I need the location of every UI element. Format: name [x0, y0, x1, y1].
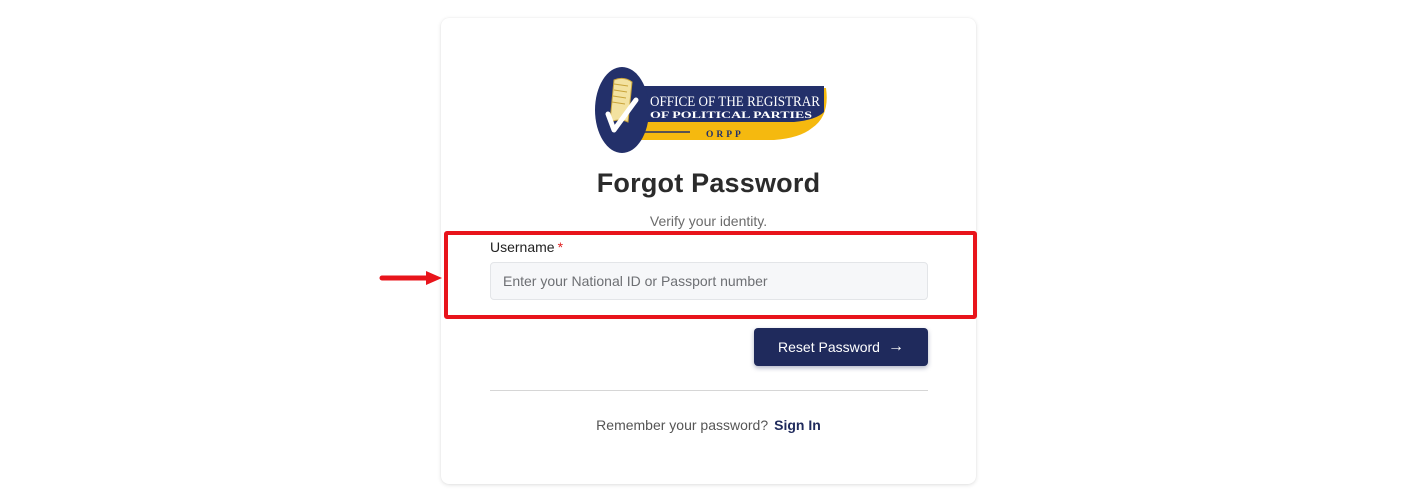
signin-prompt-text: Remember your password? — [596, 417, 769, 433]
sign-in-link[interactable]: Sign In — [774, 417, 821, 433]
orpp-logo: OFFICE OF THE REGISTRAR OF POLITICAL PAR… — [595, 67, 827, 153]
logo-line2: OF POLITICAL PARTIES — [650, 110, 812, 120]
page-subtitle: Verify your identity. — [649, 213, 768, 229]
reset-password-label: Reset Password — [778, 339, 880, 355]
username-input[interactable] — [490, 262, 928, 300]
logo-abbr: ORPP — [706, 130, 744, 140]
divider — [490, 390, 928, 391]
username-label: Username * — [490, 239, 563, 255]
arrow-right-icon: → — [887, 338, 904, 355]
signin-prompt: Remember your password? Sign In — [441, 417, 976, 433]
required-asterisk: * — [557, 239, 564, 255]
red-arrow-icon — [379, 271, 442, 285]
reset-password-button[interactable]: Reset Password → — [754, 328, 928, 366]
username-label-text: Username — [490, 239, 555, 255]
logo-line1: OFFICE OF THE REGISTRAR — [650, 94, 820, 110]
page-title: Forgot Password — [596, 168, 821, 198]
